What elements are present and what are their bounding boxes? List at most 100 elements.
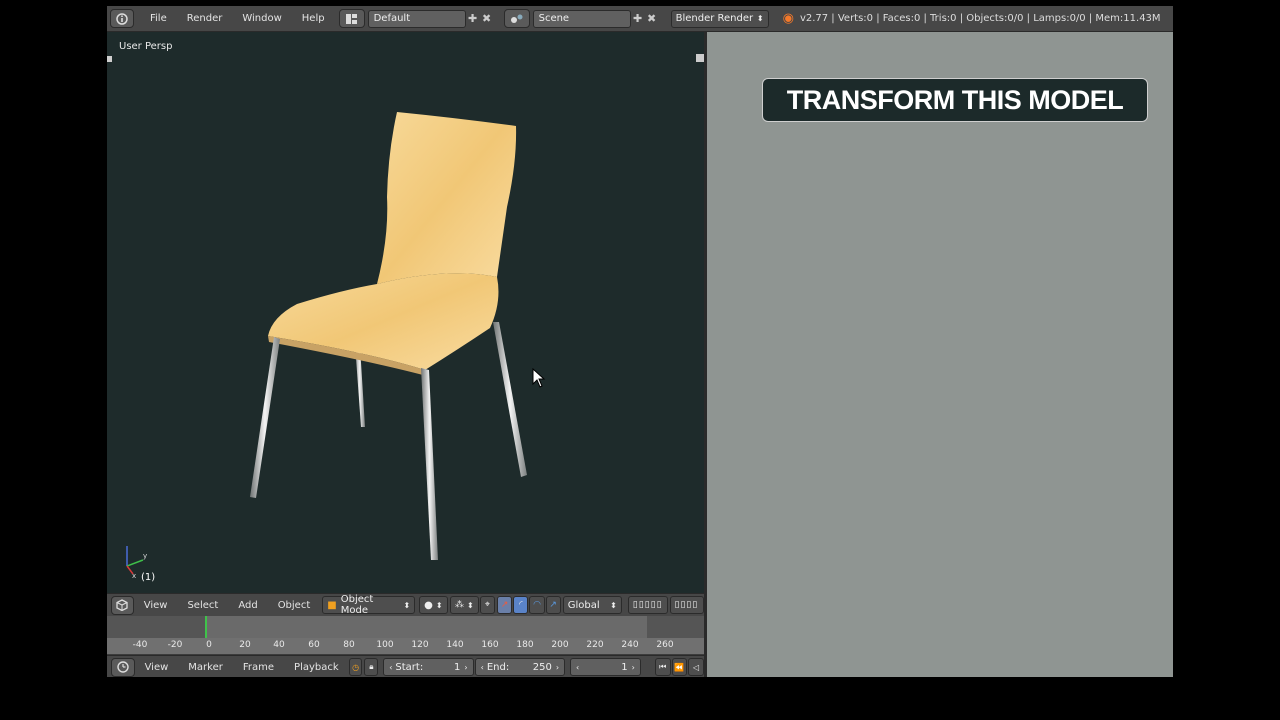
decrement-arrow-icon: ‹ (480, 662, 484, 672)
timeline-header: View Marker Frame Playback ◷ 🔒︎ ‹ Start:… (107, 655, 704, 677)
scale-icon: ◠ (533, 600, 541, 610)
chair-leg-front-left (250, 337, 280, 498)
blender-logo-icon: ◉ (782, 11, 794, 26)
dropdown-arrows-icon: ⬍ (756, 14, 764, 23)
scene-icon (510, 14, 523, 23)
timeline-tick: 0 (206, 640, 212, 650)
add-layout-icon[interactable]: ✚ (466, 11, 480, 27)
chair-seat (268, 273, 499, 370)
play-reverse-button[interactable]: ◁ (688, 658, 704, 676)
info-header: File Render Window Help Default ✚ ✖ Scen… (107, 6, 1173, 32)
chair-backrest (377, 112, 517, 284)
start-value: 1 (454, 661, 461, 673)
timeline-track[interactable] (107, 616, 704, 638)
chair-model[interactable] (107, 32, 704, 593)
scene-field[interactable]: Scene (532, 9, 631, 28)
layout-icon (345, 13, 357, 24)
layer-buttons-2[interactable]: ▯▯▯▯ (669, 596, 705, 614)
lock-icon: 🔒︎ (369, 662, 374, 671)
timeline-tick: 200 (551, 640, 569, 650)
menu-select[interactable]: Select (177, 600, 228, 611)
scale-manipulator-button[interactable]: ◠ (529, 596, 545, 614)
timeline-tick: 40 (273, 640, 285, 650)
timeline-area[interactable]: -40 -20 0 20 40 60 80 100 120 140 160 18… (107, 616, 704, 654)
interaction-mode-label: Object Mode (340, 594, 374, 616)
pivot-point-dropdown[interactable]: ⁂ ⬍ (450, 596, 479, 614)
end-value: 250 (532, 661, 552, 673)
menu-view[interactable]: View (140, 600, 178, 611)
jump-to-keyframe-button[interactable]: ⏪ (671, 658, 688, 676)
render-engine-label: Blender Render (675, 13, 754, 24)
right-panel: TRANSFORM THIS MODEL (707, 32, 1173, 677)
3d-viewport[interactable]: User Persp y x (1) (107, 32, 704, 593)
menu-marker[interactable]: Marker (178, 662, 233, 673)
timeline-tick: 120 (411, 640, 429, 650)
menu-object[interactable]: Object (268, 600, 321, 611)
timeline-playhead[interactable] (205, 616, 207, 638)
remove-scene-icon[interactable]: ✖ (645, 11, 659, 27)
manipulator-toggle[interactable]: ⌖ (479, 596, 496, 614)
menu-window[interactable]: Window (232, 13, 291, 24)
timeline-tick: 240 (621, 640, 639, 650)
rotate-manipulator-button[interactable]: ◜ (513, 596, 529, 614)
timeline-tick: 140 (446, 640, 464, 650)
translate-manipulator-button[interactable]: ↗ (497, 596, 513, 614)
view3d-header: View Select Add Object ■ Object Mode ⬍ ●… (107, 593, 705, 616)
scene-icon-button[interactable] (503, 9, 530, 28)
current-frame-indicator: (1) (141, 572, 156, 583)
clock-icon (117, 661, 129, 673)
increment-arrow-icon: › (631, 662, 635, 672)
timeline-tick: -20 (167, 640, 183, 650)
menu-render[interactable]: Render (177, 13, 233, 24)
transform-orientation-dropdown[interactable]: Global ⬍ (562, 596, 622, 614)
screen-layout-name: Default (373, 13, 411, 24)
menu-view[interactable]: View (141, 662, 179, 673)
menu-playback[interactable]: Playback (284, 662, 349, 673)
svg-text:x: x (132, 572, 136, 578)
transform-orientation-label: Global (567, 599, 600, 611)
timeline-tick: 80 (343, 640, 355, 650)
instruction-banner: TRANSFORM THIS MODEL (762, 78, 1148, 122)
pivot-icon: ⁂ (455, 600, 464, 610)
lock-range-toggle[interactable]: 🔒︎ (364, 658, 379, 676)
view3d-menus: View Select Add Object (140, 600, 321, 611)
menu-add[interactable]: Add (228, 600, 267, 611)
increment-arrow-icon: › (555, 662, 560, 672)
dropdown-arrows-icon: ⬍ (610, 600, 617, 610)
layers-grid-icon: ▯▯▯▯ (674, 600, 699, 610)
timeline-tick: 180 (516, 640, 534, 650)
start-label: Start: (395, 661, 424, 673)
decrement-arrow-icon: ‹ (576, 662, 580, 672)
start-frame-field[interactable]: ‹ Start: 1 › (383, 658, 474, 676)
editor-type-3dview-button[interactable] (111, 595, 134, 615)
layers-grid-icon: ▯▯▯▯▯ (632, 600, 663, 610)
end-frame-field[interactable]: ‹ End: 250 › (474, 658, 566, 676)
interaction-mode-dropdown[interactable]: ■ Object Mode ⬍ (322, 594, 416, 616)
jump-to-start-button[interactable]: ⏮ (654, 658, 671, 676)
layer-buttons-1[interactable]: ▯▯▯▯▯ (627, 596, 668, 614)
menu-help[interactable]: Help (292, 13, 335, 24)
screen-layout-icon-button[interactable] (338, 9, 365, 28)
editor-type-timeline-button[interactable] (111, 657, 135, 677)
editor-type-info-button[interactable] (110, 9, 134, 28)
menu-frame[interactable]: Frame (233, 662, 284, 673)
scale-handle-button[interactable]: ↗ (545, 596, 561, 614)
timeline-tick: -40 (132, 640, 148, 650)
viewport-shading-dropdown[interactable]: ● ⬍ (419, 596, 448, 614)
menu-file[interactable]: File (140, 13, 177, 24)
chair-leg-back-right (493, 322, 527, 477)
prev-keyframe-icon: ⏪ (674, 662, 685, 672)
jump-start-icon: ⏮ (659, 662, 667, 671)
current-frame-field[interactable]: ‹ 1 › (570, 658, 641, 676)
scene-statistics: v2.77 | Verts:0 | Faces:0 | Tris:0 | Obj… (799, 13, 1161, 24)
render-engine-dropdown[interactable]: Blender Render ⬍ (670, 9, 769, 28)
end-label: End: (486, 661, 510, 673)
add-scene-icon[interactable]: ✚ (631, 11, 645, 27)
preview-range-toggle[interactable]: ◷ (348, 658, 363, 676)
remove-layout-icon[interactable]: ✖ (480, 11, 494, 27)
timeline-tick: 260 (656, 640, 674, 650)
chair-leg-front-right (421, 368, 438, 560)
screen-layout-field[interactable]: Default (367, 9, 466, 28)
clock-range-icon: ◷ (352, 662, 360, 672)
blender-window: File Render Window Help Default ✚ ✖ Scen… (107, 6, 1173, 677)
